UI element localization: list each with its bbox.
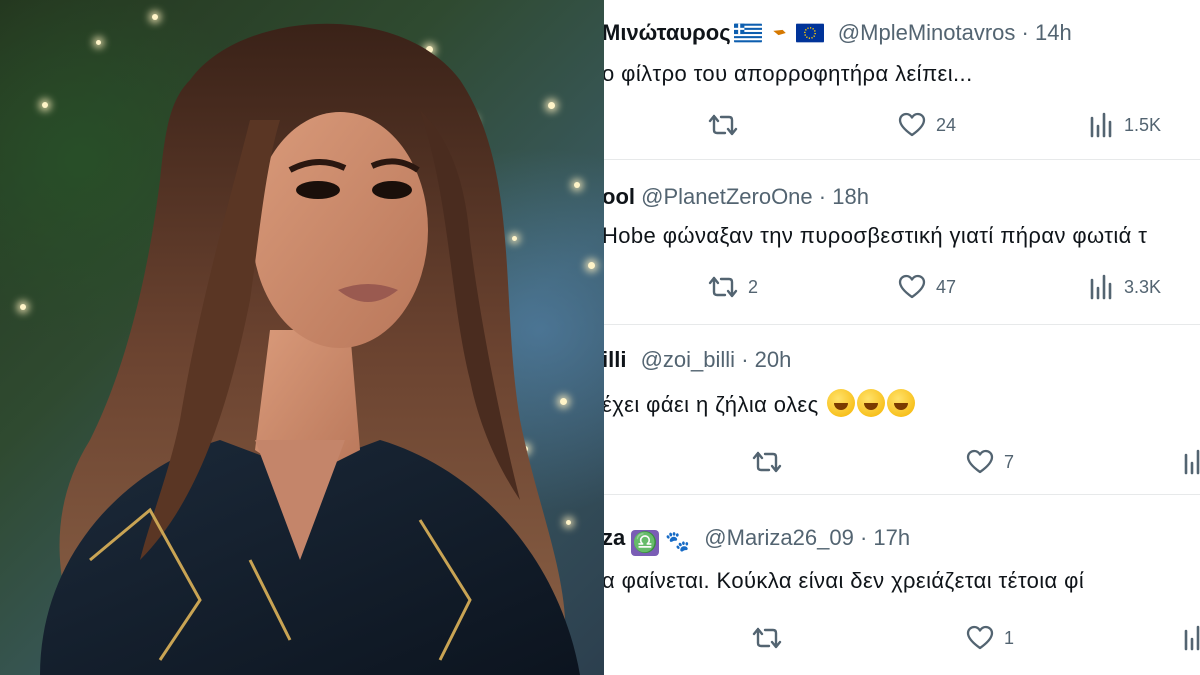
retweet-icon (708, 276, 738, 298)
views-button[interactable] (1182, 625, 1200, 651)
tweet-text: ο φίλτρο του απορροφητήρα λείπει... (604, 61, 973, 86)
separator-dot: · (741, 347, 749, 372)
separator-dot: · (1021, 20, 1029, 45)
separator-dot: · (859, 525, 868, 550)
like-button[interactable]: 1 (966, 625, 1014, 651)
retweet-count: 2 (748, 276, 759, 297)
heart-icon (966, 625, 994, 650)
tweet-time[interactable]: 18h (832, 184, 869, 209)
tweet-reply: Μινώταυρος @MpleMinotavros · 14h ο φίλτρ… (604, 0, 1200, 160)
heart-icon (898, 112, 926, 137)
like-button[interactable]: 7 (966, 449, 1014, 475)
tweet-header: za ♎ 🐾 @Mariza26_09 · 17h (604, 525, 910, 556)
eu-flag-icon (795, 23, 824, 43)
tweet-header: Μινώταυρος @MpleMinotavros · 14h (604, 20, 1072, 46)
tweet-time[interactable]: 20h (755, 347, 792, 372)
rofl-emoji-icon (887, 389, 916, 417)
woman-portrait-photo (0, 0, 604, 675)
retweet-button[interactable] (752, 449, 792, 475)
greece-flag-icon (733, 23, 762, 43)
tweet-reply: illi @zoi_billi · 20h έχει φάει η ζήλια … (604, 325, 1200, 495)
views-count: 1.5K (1124, 114, 1162, 135)
bar-chart-icon (1184, 625, 1200, 651)
rofl-emoji-icon (827, 389, 856, 417)
tweet-replies-panel: Μινώταυρος @MpleMinotavros · 14h ο φίλτρ… (604, 0, 1200, 675)
author-handle[interactable]: @PlanetZeroOne (641, 184, 813, 209)
author-handle[interactable]: @Mariza26_09 (704, 525, 854, 550)
paw-icon: 🐾 (665, 531, 691, 553)
like-button[interactable]: 47 (898, 274, 956, 300)
heart-icon (898, 274, 926, 299)
retweet-button[interactable] (708, 112, 748, 138)
retweet-button[interactable] (752, 625, 792, 651)
author-handle[interactable]: @zoi_billi (641, 347, 735, 372)
separator-dot: · (818, 184, 827, 209)
tweet-header: ool @PlanetZeroOne · 18h (604, 184, 869, 210)
like-count: 7 (1004, 451, 1015, 472)
rofl-emoji-icon (857, 389, 886, 417)
like-count: 1 (1004, 627, 1015, 648)
tweet-time[interactable]: 17h (873, 525, 910, 550)
author-name[interactable]: ool (604, 184, 635, 209)
author-name[interactable]: Μινώταυρος (604, 20, 731, 45)
like-count: 47 (936, 276, 957, 297)
like-button[interactable]: 24 (898, 112, 956, 138)
views-button[interactable]: 1.5K (1088, 112, 1161, 138)
author-name[interactable]: za (604, 525, 625, 550)
tweet-text-content: έχει φάει η ζήλια ολες (604, 392, 819, 417)
views-button[interactable]: 3.3K (1088, 274, 1161, 300)
views-count: 3.3K (1124, 276, 1162, 297)
author-name[interactable]: illi (604, 347, 626, 372)
heart-icon (966, 449, 994, 474)
retweet-button[interactable]: 2 (708, 274, 758, 300)
libra-icon: ♎ (631, 530, 660, 556)
views-button[interactable] (1182, 449, 1200, 475)
retweet-icon (708, 114, 738, 136)
tweet-text: έχει φάει η ζήλια ολες (604, 389, 916, 419)
retweet-icon (752, 451, 782, 473)
tweet-text: Hobe φώναξαν την πυροσβεστική γιατί πήρα… (604, 223, 1148, 248)
bar-chart-icon (1184, 449, 1200, 475)
author-handle[interactable]: @MpleMinotavros (838, 20, 1016, 45)
like-count: 24 (936, 114, 957, 135)
cyprus-flag-icon (764, 23, 793, 43)
tweet-text: α φαίνεται. Κούκλα είναι δεν χρειάζεται … (604, 568, 1085, 593)
bar-chart-icon (1090, 274, 1112, 300)
woman-figure (40, 23, 580, 675)
tweet-time[interactable]: 14h (1035, 20, 1072, 45)
tweet-reply: za ♎ 🐾 @Mariza26_09 · 17h α φαίνεται. Κούκ… (604, 495, 1200, 675)
bar-chart-icon (1090, 112, 1112, 138)
tweet-header: illi @zoi_billi · 20h (604, 347, 791, 373)
retweet-icon (752, 627, 782, 649)
tweet-reply: ool @PlanetZeroOne · 18h Hobe φώναξαν τη… (604, 160, 1200, 325)
